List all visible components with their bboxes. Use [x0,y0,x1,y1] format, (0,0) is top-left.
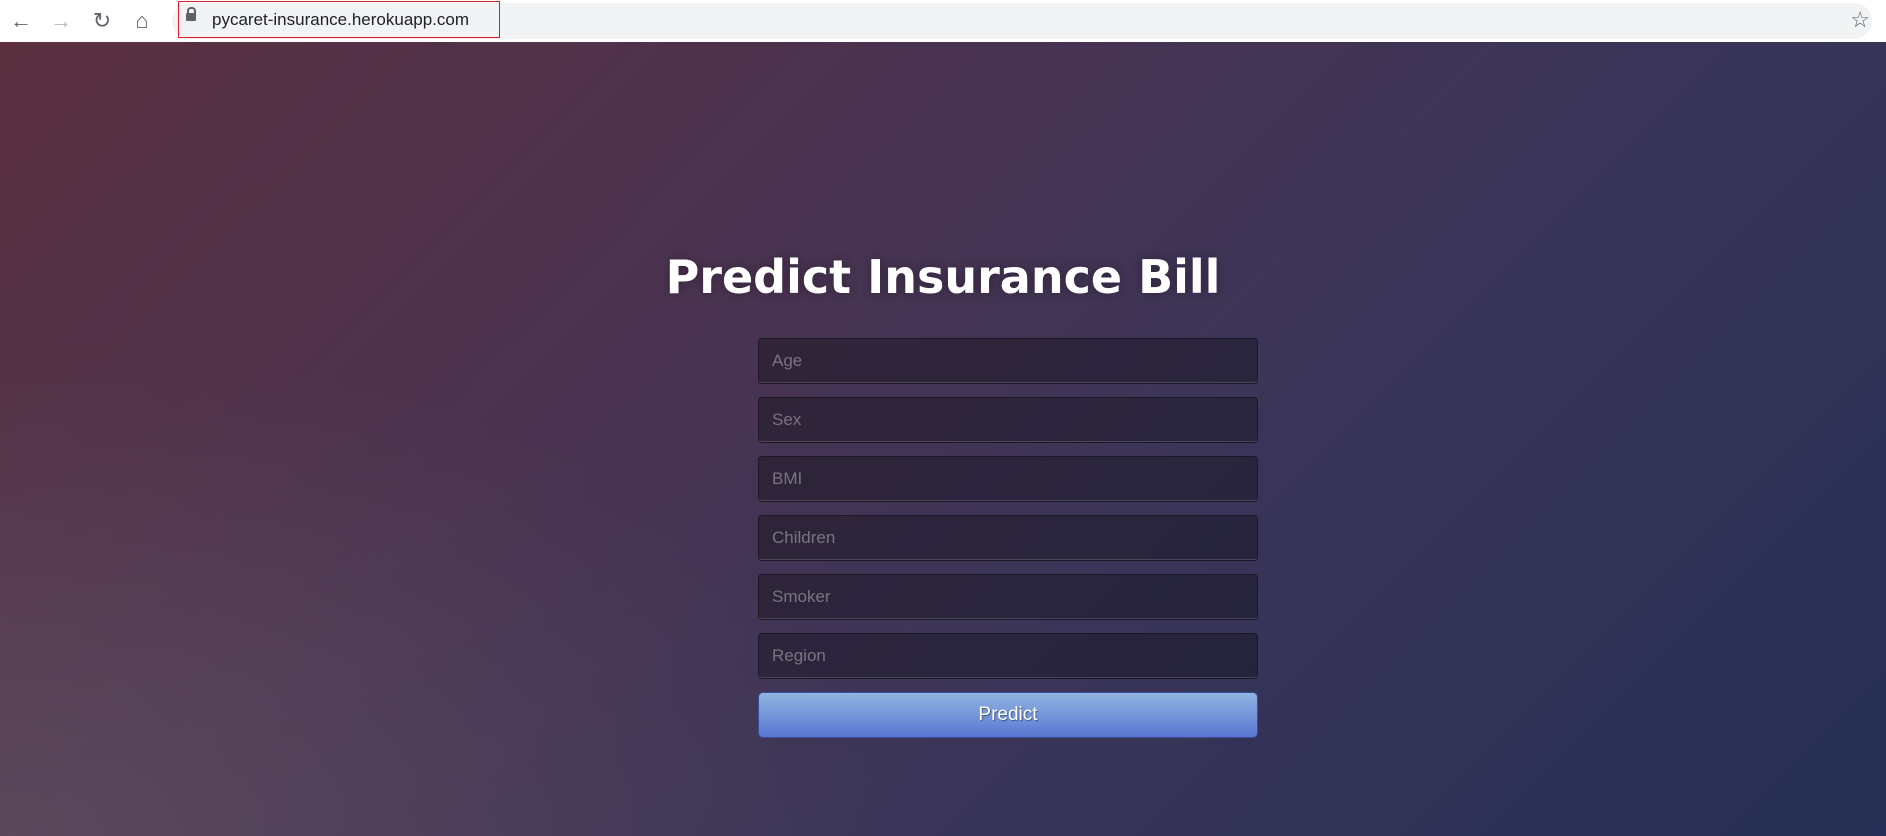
age-input[interactable] [758,338,1258,384]
star-icon[interactable]: ☆ [1850,7,1870,33]
sex-input[interactable] [758,397,1258,443]
predict-button[interactable]: Predict [758,692,1258,738]
browser-toolbar: ← → ↻ ⌂ pycaret-insurance.herokuapp.com … [0,0,1886,42]
reload-icon[interactable]: ↻ [89,8,115,34]
lock-icon[interactable] [186,7,196,21]
home-icon[interactable]: ⌂ [129,8,155,34]
smoker-input[interactable] [758,574,1258,620]
url-text[interactable]: pycaret-insurance.herokuapp.com [212,10,469,30]
page-content: Predict Insurance Bill Predict [0,42,1886,836]
page-title: Predict Insurance Bill [665,250,1221,304]
children-input[interactable] [758,515,1258,561]
bmi-input[interactable] [758,456,1258,502]
region-input[interactable] [758,633,1258,679]
prediction-form: Predict [758,338,1258,738]
back-icon[interactable]: ← [8,8,34,34]
forward-icon[interactable]: → [48,8,74,34]
